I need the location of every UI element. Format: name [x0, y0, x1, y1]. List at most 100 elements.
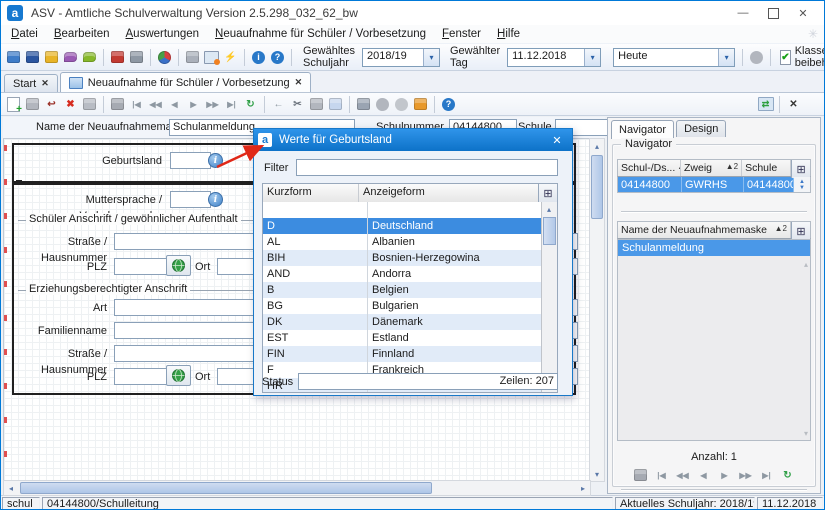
- menu-item-fenster[interactable]: Fenster: [434, 25, 489, 43]
- dialog-scrollbar[interactable]: ▴ ▾: [541, 202, 557, 392]
- chat-bubble-purple-icon[interactable]: [62, 49, 79, 65]
- work-folder-icon[interactable]: [632, 467, 649, 483]
- nav-fast-prev-icon[interactable]: ◀◀: [147, 96, 164, 112]
- maske-column-header[interactable]: Name der Neuaufnahmemaske ▲2: [618, 222, 791, 238]
- dialog-close-button[interactable]: ✕: [546, 134, 568, 147]
- school-row[interactable]: 04144800GWRHS04144800▲▼: [617, 177, 811, 193]
- print-icon[interactable]: [355, 96, 372, 112]
- scroll-up-icon[interactable]: ▴: [804, 260, 808, 269]
- country-row[interactable]: ESTEstland: [263, 330, 542, 346]
- undo-icon[interactable]: ↩: [43, 96, 60, 112]
- spin-down-icon[interactable]: ▼: [799, 185, 805, 191]
- help-icon[interactable]: ?: [440, 96, 457, 112]
- menu-item-hilfe[interactable]: Hilfe: [489, 25, 528, 43]
- nav-first-icon[interactable]: |◀: [653, 467, 670, 483]
- close-icon[interactable]: ✕: [41, 78, 49, 89]
- tab-neuaufnahme[interactable]: Neuaufnahme für Schüler / Vorbesetzung ✕: [60, 72, 311, 92]
- work-folder-icon[interactable]: [109, 96, 126, 112]
- nav-fast-prev-icon[interactable]: ◀◀: [674, 467, 691, 483]
- scroll-left-icon[interactable]: ◂: [4, 481, 18, 495]
- preview-icon[interactable]: [374, 96, 391, 112]
- tab-start[interactable]: Start ✕: [4, 74, 58, 92]
- nav-fast-next-icon[interactable]: ▶▶: [737, 467, 754, 483]
- dialog-scroll-thumb[interactable]: [543, 217, 556, 245]
- discard-icon[interactable]: [81, 96, 98, 112]
- minimize-button[interactable]: —: [728, 2, 758, 24]
- country-row[interactable]: BGBulgarien: [263, 298, 542, 314]
- scroll-down-icon[interactable]: ▾: [590, 467, 604, 481]
- copy-pages-icon[interactable]: [184, 49, 201, 65]
- chat-bubble-green-icon[interactable]: [81, 49, 98, 65]
- table-config-button[interactable]: ⊞: [791, 160, 810, 178]
- anzeigeform-column-header[interactable]: Anzeigeform: [359, 184, 538, 202]
- nav-last-icon[interactable]: ▶|: [223, 96, 240, 112]
- nav-next-icon[interactable]: ▶: [716, 467, 733, 483]
- tab-design[interactable]: Design: [676, 120, 726, 137]
- new-record-icon[interactable]: [5, 96, 22, 112]
- maske-list-item[interactable]: Schulanmeldung: [618, 240, 810, 256]
- tag-combo[interactable]: 11.12.2018 ▾: [507, 48, 601, 67]
- paste-icon[interactable]: [327, 96, 344, 112]
- scroll-up-icon[interactable]: ▴: [542, 202, 556, 216]
- country-row[interactable]: ALAlbanien: [263, 234, 542, 250]
- plz-lookup-button[interactable]: [166, 255, 191, 276]
- close-panel-icon[interactable]: ✕: [785, 96, 802, 112]
- country-row[interactable]: BBelgien: [263, 282, 542, 298]
- close-icon[interactable]: ✕: [295, 77, 303, 88]
- nav-fast-next-icon[interactable]: ▶▶: [204, 96, 221, 112]
- horizontal-scrollbar[interactable]: ◂ ▸: [3, 480, 591, 496]
- kurzform-column-header[interactable]: Kurzform: [263, 184, 359, 202]
- refresh-icon[interactable]: ↻: [242, 96, 259, 112]
- country-row[interactable]: [263, 202, 542, 218]
- country-row[interactable]: BIHBosnien-Herzegowina: [263, 250, 542, 266]
- notify-horn-icon[interactable]: [412, 96, 429, 112]
- dialog-title-bar[interactable]: a Werte für Geburtsland ✕: [254, 129, 572, 151]
- back-icon[interactable]: ←: [270, 96, 287, 112]
- scroll-up-icon[interactable]: ▴: [590, 139, 604, 153]
- geburtsland-field[interactable]: [170, 152, 211, 169]
- classes-icon[interactable]: [24, 49, 41, 65]
- schuljahr-combo[interactable]: 2018/19 ▾: [362, 48, 440, 67]
- hint-bulb-icon[interactable]: [393, 96, 410, 112]
- menu-item-neuaufnahme[interactable]: Neuaufnahme für Schüler / Vorbesetzung: [207, 25, 434, 43]
- bell-icon[interactable]: [748, 49, 765, 65]
- nav-last-icon[interactable]: ▶|: [758, 467, 775, 483]
- refresh-icon[interactable]: ↻: [779, 467, 796, 483]
- teachers-icon[interactable]: [43, 49, 60, 65]
- window-badge-icon[interactable]: [203, 49, 220, 65]
- chevron-down-icon[interactable]: ▾: [718, 49, 734, 66]
- menu-item-bearbeiten[interactable]: Bearbeiten: [46, 25, 118, 43]
- copy-icon[interactable]: [308, 96, 325, 112]
- chevron-down-icon[interactable]: ▾: [584, 49, 600, 66]
- column-header[interactable]: Schule: [742, 160, 791, 176]
- printer-report-icon[interactable]: [128, 49, 145, 65]
- cut-icon[interactable]: ✂: [289, 96, 306, 112]
- column-header[interactable]: Zweig▲2: [681, 160, 742, 176]
- menu-item-auswertungen[interactable]: Auswertungen: [118, 25, 208, 43]
- red-book-icon[interactable]: [109, 49, 126, 65]
- scroll-down-icon[interactable]: ▾: [804, 429, 808, 438]
- scroll-right-icon[interactable]: ▸: [576, 481, 590, 495]
- maximize-button[interactable]: [758, 2, 788, 24]
- country-row[interactable]: ANDAndorra: [263, 266, 542, 282]
- zeitraum-combo[interactable]: Heute ▾: [613, 48, 735, 67]
- help-icon[interactable]: ?: [269, 49, 286, 65]
- muttersprache-field[interactable]: [170, 191, 211, 208]
- tab-navigator[interactable]: Navigator: [611, 120, 674, 139]
- info-icon[interactable]: i: [250, 49, 267, 65]
- filter-input[interactable]: [296, 159, 558, 176]
- plz-field[interactable]: [114, 258, 169, 275]
- plz2-field[interactable]: [114, 368, 169, 385]
- save-icon[interactable]: [24, 96, 41, 112]
- chevron-down-icon[interactable]: ▾: [423, 49, 439, 66]
- plz2-lookup-button[interactable]: [166, 365, 191, 386]
- students-icon[interactable]: [5, 49, 22, 65]
- sync-view-icon[interactable]: ⇄: [757, 96, 774, 112]
- horizontal-scroll-thumb[interactable]: [20, 482, 432, 494]
- geburtsland-info-icon[interactable]: i: [208, 153, 223, 168]
- lightning-icon[interactable]: ⚡: [222, 49, 239, 65]
- country-row[interactable]: DKDänemark: [263, 314, 542, 330]
- close-button[interactable]: ✕: [788, 2, 818, 24]
- vertical-scroll-thumb[interactable]: [591, 155, 603, 219]
- delete-icon[interactable]: ✖: [62, 96, 79, 112]
